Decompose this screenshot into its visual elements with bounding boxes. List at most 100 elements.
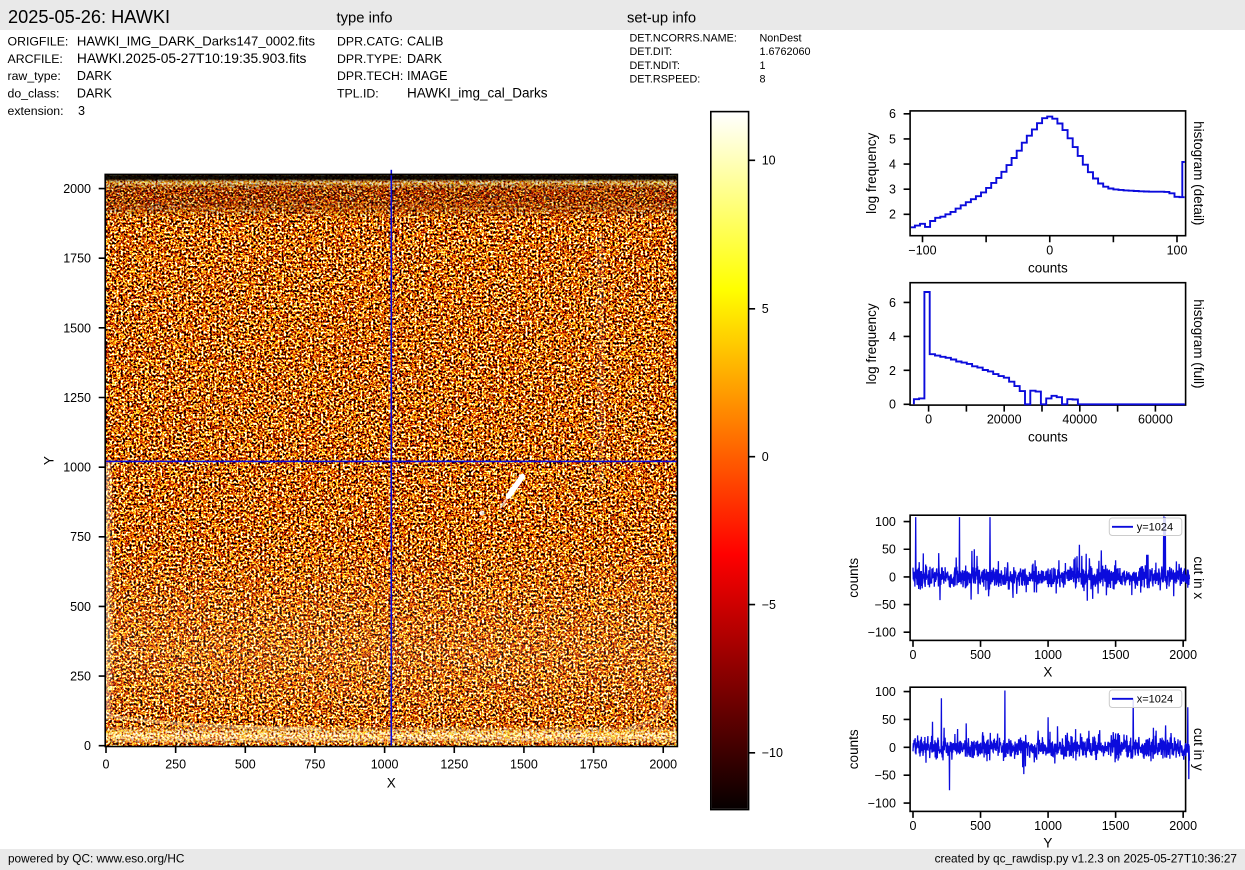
svg-text:DARK: DARK (77, 87, 113, 101)
svg-text:100: 100 (1167, 243, 1188, 257)
svg-text:X: X (387, 776, 396, 791)
svg-text:1: 1 (760, 60, 766, 72)
svg-text:5: 5 (762, 302, 769, 316)
svg-text:60000: 60000 (1138, 413, 1173, 427)
svg-text:0: 0 (103, 757, 110, 771)
svg-text:HAWKI.2025-05-27T10:19:35.903.: HAWKI.2025-05-27T10:19:35.903.fits (77, 51, 307, 66)
svg-text:log frequency: log frequency (864, 133, 879, 214)
svg-text:500: 500 (970, 648, 991, 662)
svg-text:DET.DIT:: DET.DIT: (630, 46, 673, 58)
svg-text:50: 50 (882, 543, 896, 557)
svg-text:cut in y: cut in y (1191, 728, 1206, 771)
svg-text:0: 0 (910, 648, 917, 662)
svg-text:3: 3 (78, 104, 85, 118)
svg-text:0: 0 (889, 570, 896, 584)
svg-text:DPR.TYPE:: DPR.TYPE: (337, 52, 402, 66)
svg-text:0: 0 (925, 413, 932, 427)
svg-text:DARK: DARK (407, 52, 443, 66)
svg-text:2025-05-26: HAWKI: 2025-05-26: HAWKI (8, 7, 170, 27)
svg-text:100: 100 (875, 515, 896, 529)
svg-text:DPR.CATG:: DPR.CATG: (337, 35, 403, 49)
svg-text:750: 750 (70, 530, 91, 544)
svg-text:HAWKI_IMG_DARK_Darks147_0002.f: HAWKI_IMG_DARK_Darks147_0002.fits (77, 34, 316, 49)
svg-text:1500: 1500 (1102, 648, 1130, 662)
svg-text:250: 250 (165, 757, 186, 771)
svg-text:10: 10 (762, 154, 776, 168)
svg-text:0: 0 (762, 450, 769, 464)
svg-text:counts: counts (1028, 260, 1068, 275)
svg-text:do_class:: do_class: (8, 87, 60, 101)
svg-text:−5: −5 (762, 598, 776, 612)
svg-text:500: 500 (235, 757, 256, 771)
svg-text:X: X (1043, 665, 1052, 680)
svg-text:cut in x: cut in x (1191, 556, 1206, 599)
svg-text:extension:: extension: (8, 104, 64, 118)
svg-text:HAWKI_img_cal_Darks: HAWKI_img_cal_Darks (407, 86, 548, 101)
svg-text:histogram (full): histogram (full) (1191, 299, 1206, 388)
svg-text:y=1024: y=1024 (1137, 522, 1173, 534)
svg-text:1000: 1000 (371, 757, 399, 771)
svg-text:Y: Y (1043, 836, 1052, 851)
svg-text:4: 4 (889, 157, 896, 171)
svg-text:3: 3 (889, 183, 896, 197)
svg-text:50: 50 (882, 713, 896, 727)
svg-text:8: 8 (760, 74, 766, 86)
svg-text:DARK: DARK (77, 69, 113, 83)
svg-text:x=1024: x=1024 (1137, 694, 1173, 706)
svg-text:raw_type:: raw_type: (8, 69, 61, 83)
svg-text:CALIB: CALIB (407, 35, 443, 49)
svg-text:−10: −10 (762, 746, 783, 760)
svg-text:500: 500 (70, 600, 91, 614)
svg-text:2000: 2000 (1169, 819, 1197, 833)
svg-text:750: 750 (305, 757, 326, 771)
svg-text:DET.RSPEED:: DET.RSPEED: (630, 74, 701, 86)
svg-text:−100: −100 (868, 797, 896, 811)
svg-text:40000: 40000 (1062, 413, 1097, 427)
svg-text:0: 0 (889, 398, 896, 412)
svg-text:NonDest: NonDest (760, 33, 802, 45)
svg-text:2: 2 (889, 364, 896, 378)
svg-text:created by qc_rawdisp.py v1.2.: created by qc_rawdisp.py v1.2.3 on 2025-… (935, 851, 1237, 865)
svg-text:2000: 2000 (1169, 648, 1197, 662)
svg-text:−100: −100 (908, 243, 936, 257)
svg-text:2: 2 (889, 208, 896, 222)
svg-text:1500: 1500 (63, 321, 91, 335)
svg-text:ARCFILE:: ARCFILE: (8, 52, 63, 66)
svg-text:1.6762060: 1.6762060 (760, 46, 811, 58)
svg-text:1250: 1250 (63, 391, 91, 405)
svg-text:0: 0 (1046, 243, 1053, 257)
svg-text:1500: 1500 (1102, 819, 1130, 833)
svg-text:1500: 1500 (510, 757, 538, 771)
svg-text:set-up info: set-up info (627, 10, 696, 26)
svg-text:DPR.TECH:: DPR.TECH: (337, 69, 403, 83)
svg-text:4: 4 (889, 330, 896, 344)
svg-text:Y: Y (42, 456, 57, 465)
svg-text:2000: 2000 (649, 757, 677, 771)
svg-text:0: 0 (910, 819, 917, 833)
svg-text:1250: 1250 (440, 757, 468, 771)
svg-text:100: 100 (875, 685, 896, 699)
svg-text:histogram (detail): histogram (detail) (1191, 121, 1206, 225)
svg-text:0: 0 (84, 739, 91, 753)
svg-text:DET.NCORRS.NAME:: DET.NCORRS.NAME: (630, 33, 737, 45)
svg-text:counts: counts (846, 558, 861, 598)
svg-text:−50: −50 (875, 769, 896, 783)
svg-text:counts: counts (1028, 430, 1068, 445)
svg-text:IMAGE: IMAGE (407, 69, 448, 83)
svg-text:0: 0 (889, 741, 896, 755)
svg-text:TPL.ID:: TPL.ID: (337, 87, 379, 101)
svg-text:250: 250 (70, 669, 91, 683)
svg-text:1000: 1000 (63, 461, 91, 475)
svg-text:−100: −100 (868, 626, 896, 640)
svg-text:log frequency: log frequency (864, 303, 879, 384)
svg-text:1750: 1750 (63, 252, 91, 266)
svg-text:6: 6 (889, 107, 896, 121)
svg-text:1750: 1750 (580, 757, 608, 771)
svg-text:1000: 1000 (1034, 819, 1062, 833)
svg-text:counts: counts (846, 729, 861, 769)
svg-text:2000: 2000 (63, 182, 91, 196)
svg-text:DET.NDIT:: DET.NDIT: (630, 60, 680, 72)
svg-text:20000: 20000 (987, 413, 1022, 427)
svg-text:−50: −50 (875, 598, 896, 612)
svg-text:type info: type info (337, 10, 393, 26)
